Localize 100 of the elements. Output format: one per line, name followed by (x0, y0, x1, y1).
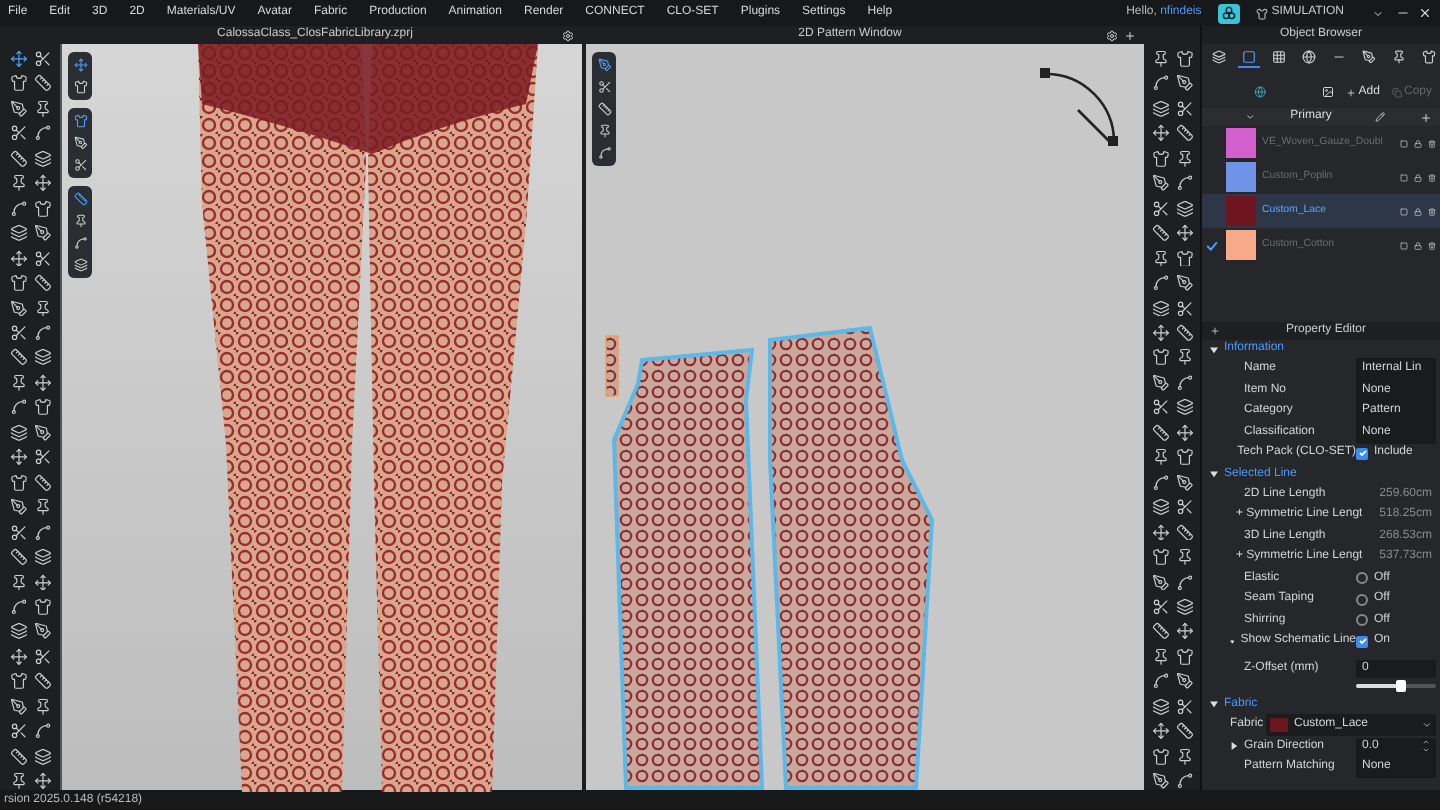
move-icon[interactable] (9, 249, 27, 267)
apply-checkmark[interactable] (1206, 239, 1220, 251)
pen-icon[interactable] (73, 136, 87, 150)
move-icon[interactable] (73, 58, 87, 72)
expand-triangle-icon[interactable] (1210, 470, 1218, 478)
shirt-icon[interactable] (1151, 548, 1169, 566)
curve-icon[interactable] (33, 124, 51, 143)
layers-icon[interactable] (9, 224, 27, 243)
pin-icon[interactable] (1151, 448, 1169, 467)
pin-icon[interactable] (597, 124, 611, 138)
shirt-icon[interactable] (33, 398, 51, 417)
move-icon[interactable] (9, 647, 27, 666)
ruler-icon[interactable] (1175, 523, 1193, 541)
move-icon[interactable] (1175, 224, 1193, 243)
pen-icon[interactable] (1151, 373, 1169, 392)
shirt-icon[interactable] (1175, 448, 1193, 467)
pen-icon[interactable] (9, 498, 27, 517)
curve-icon[interactable] (1175, 573, 1193, 591)
move-icon[interactable] (9, 50, 27, 68)
pin-icon[interactable] (33, 299, 51, 317)
layers-icon[interactable] (9, 423, 27, 442)
pen-icon[interactable] (33, 622, 51, 641)
slider-thumb[interactable] (1396, 679, 1406, 691)
pen-icon[interactable] (9, 299, 27, 317)
move-icon[interactable] (33, 573, 51, 591)
trash-icon[interactable] (1428, 241, 1436, 249)
pin-icon[interactable] (1175, 747, 1193, 766)
expand-triangle-icon[interactable] (1230, 742, 1238, 751)
pin-icon[interactable] (33, 697, 51, 716)
move-icon[interactable] (1175, 423, 1193, 442)
scissors-icon[interactable] (33, 647, 51, 666)
curve-icon[interactable] (9, 597, 27, 616)
trash-icon[interactable] (1428, 207, 1436, 215)
curve-icon[interactable] (33, 722, 51, 741)
layers-icon[interactable] (33, 747, 51, 766)
ruler-icon[interactable] (1151, 423, 1169, 442)
pen-icon[interactable] (597, 58, 611, 72)
curve-icon[interactable] (9, 398, 27, 417)
curve-icon[interactable] (1151, 473, 1169, 492)
shirt-icon[interactable] (1175, 647, 1193, 666)
layers-icon[interactable] (1151, 99, 1169, 118)
curve-icon[interactable] (73, 236, 87, 250)
curve-icon[interactable] (1151, 672, 1169, 691)
shirt-icon[interactable] (1175, 249, 1193, 267)
scissors-icon[interactable] (1151, 199, 1169, 218)
move-icon[interactable] (1151, 722, 1169, 741)
square-icon[interactable] (1400, 207, 1408, 215)
pen-icon[interactable] (1151, 772, 1169, 790)
scissors-icon[interactable] (597, 80, 611, 94)
curve-icon[interactable] (1175, 772, 1193, 790)
pen-icon[interactable] (1151, 174, 1169, 193)
scissors-icon[interactable] (9, 124, 27, 143)
scissors-icon[interactable] (1151, 398, 1169, 417)
pin-icon[interactable] (9, 772, 27, 790)
caret-icon[interactable] (1372, 7, 1384, 19)
curve-icon[interactable] (33, 523, 51, 541)
pin-icon[interactable] (9, 573, 27, 591)
shirt-icon[interactable] (9, 274, 27, 292)
scissors-icon[interactable] (73, 158, 87, 172)
scissors-icon[interactable] (1151, 597, 1169, 616)
checkbox[interactable] (1356, 635, 1368, 648)
close-icon[interactable] (1418, 6, 1432, 20)
shirt-icon[interactable] (9, 74, 27, 93)
minimize-icon[interactable] (1396, 6, 1410, 20)
expand-triangle-icon[interactable] (1210, 345, 1218, 353)
layers-icon[interactable] (1151, 498, 1169, 517)
ruler-icon[interactable] (9, 348, 27, 367)
shirt-icon[interactable] (73, 80, 87, 94)
pin-icon[interactable] (9, 174, 27, 193)
shirt-icon[interactable] (73, 114, 87, 128)
move-icon[interactable] (1151, 323, 1169, 342)
curve-icon[interactable] (1175, 373, 1193, 392)
trash-icon[interactable] (1428, 173, 1436, 181)
layers-icon[interactable] (33, 548, 51, 566)
square-icon[interactable] (1400, 139, 1408, 147)
layers-icon[interactable] (1175, 597, 1193, 616)
scissors-icon[interactable] (9, 722, 27, 741)
toggle-radio[interactable] (1356, 593, 1368, 606)
pen-icon[interactable] (1175, 274, 1193, 292)
pin-icon[interactable] (1175, 149, 1193, 168)
pin-icon[interactable] (1151, 249, 1169, 267)
move-icon[interactable] (33, 772, 51, 790)
pin-icon[interactable] (9, 373, 27, 392)
browser-tab[interactable] (1418, 49, 1440, 67)
pen-icon[interactable] (1151, 573, 1169, 591)
pin-icon[interactable] (73, 214, 87, 228)
expand-triangle-icon[interactable] (1210, 700, 1218, 708)
pin-icon[interactable] (1151, 50, 1169, 68)
layers-icon[interactable] (1151, 697, 1169, 716)
layers-icon[interactable] (9, 622, 27, 641)
browser-tab[interactable] (1268, 49, 1290, 67)
browser-tab[interactable] (1208, 49, 1230, 67)
layers-icon[interactable] (1151, 299, 1169, 317)
ruler-icon[interactable] (1175, 124, 1193, 143)
app-logo-icon[interactable] (1217, 3, 1240, 23)
curve-icon[interactable] (597, 146, 611, 160)
curve-icon[interactable] (33, 323, 51, 342)
lock-icon[interactable] (1414, 139, 1422, 147)
pen-icon[interactable] (33, 224, 51, 243)
trash-icon[interactable] (1428, 139, 1436, 147)
